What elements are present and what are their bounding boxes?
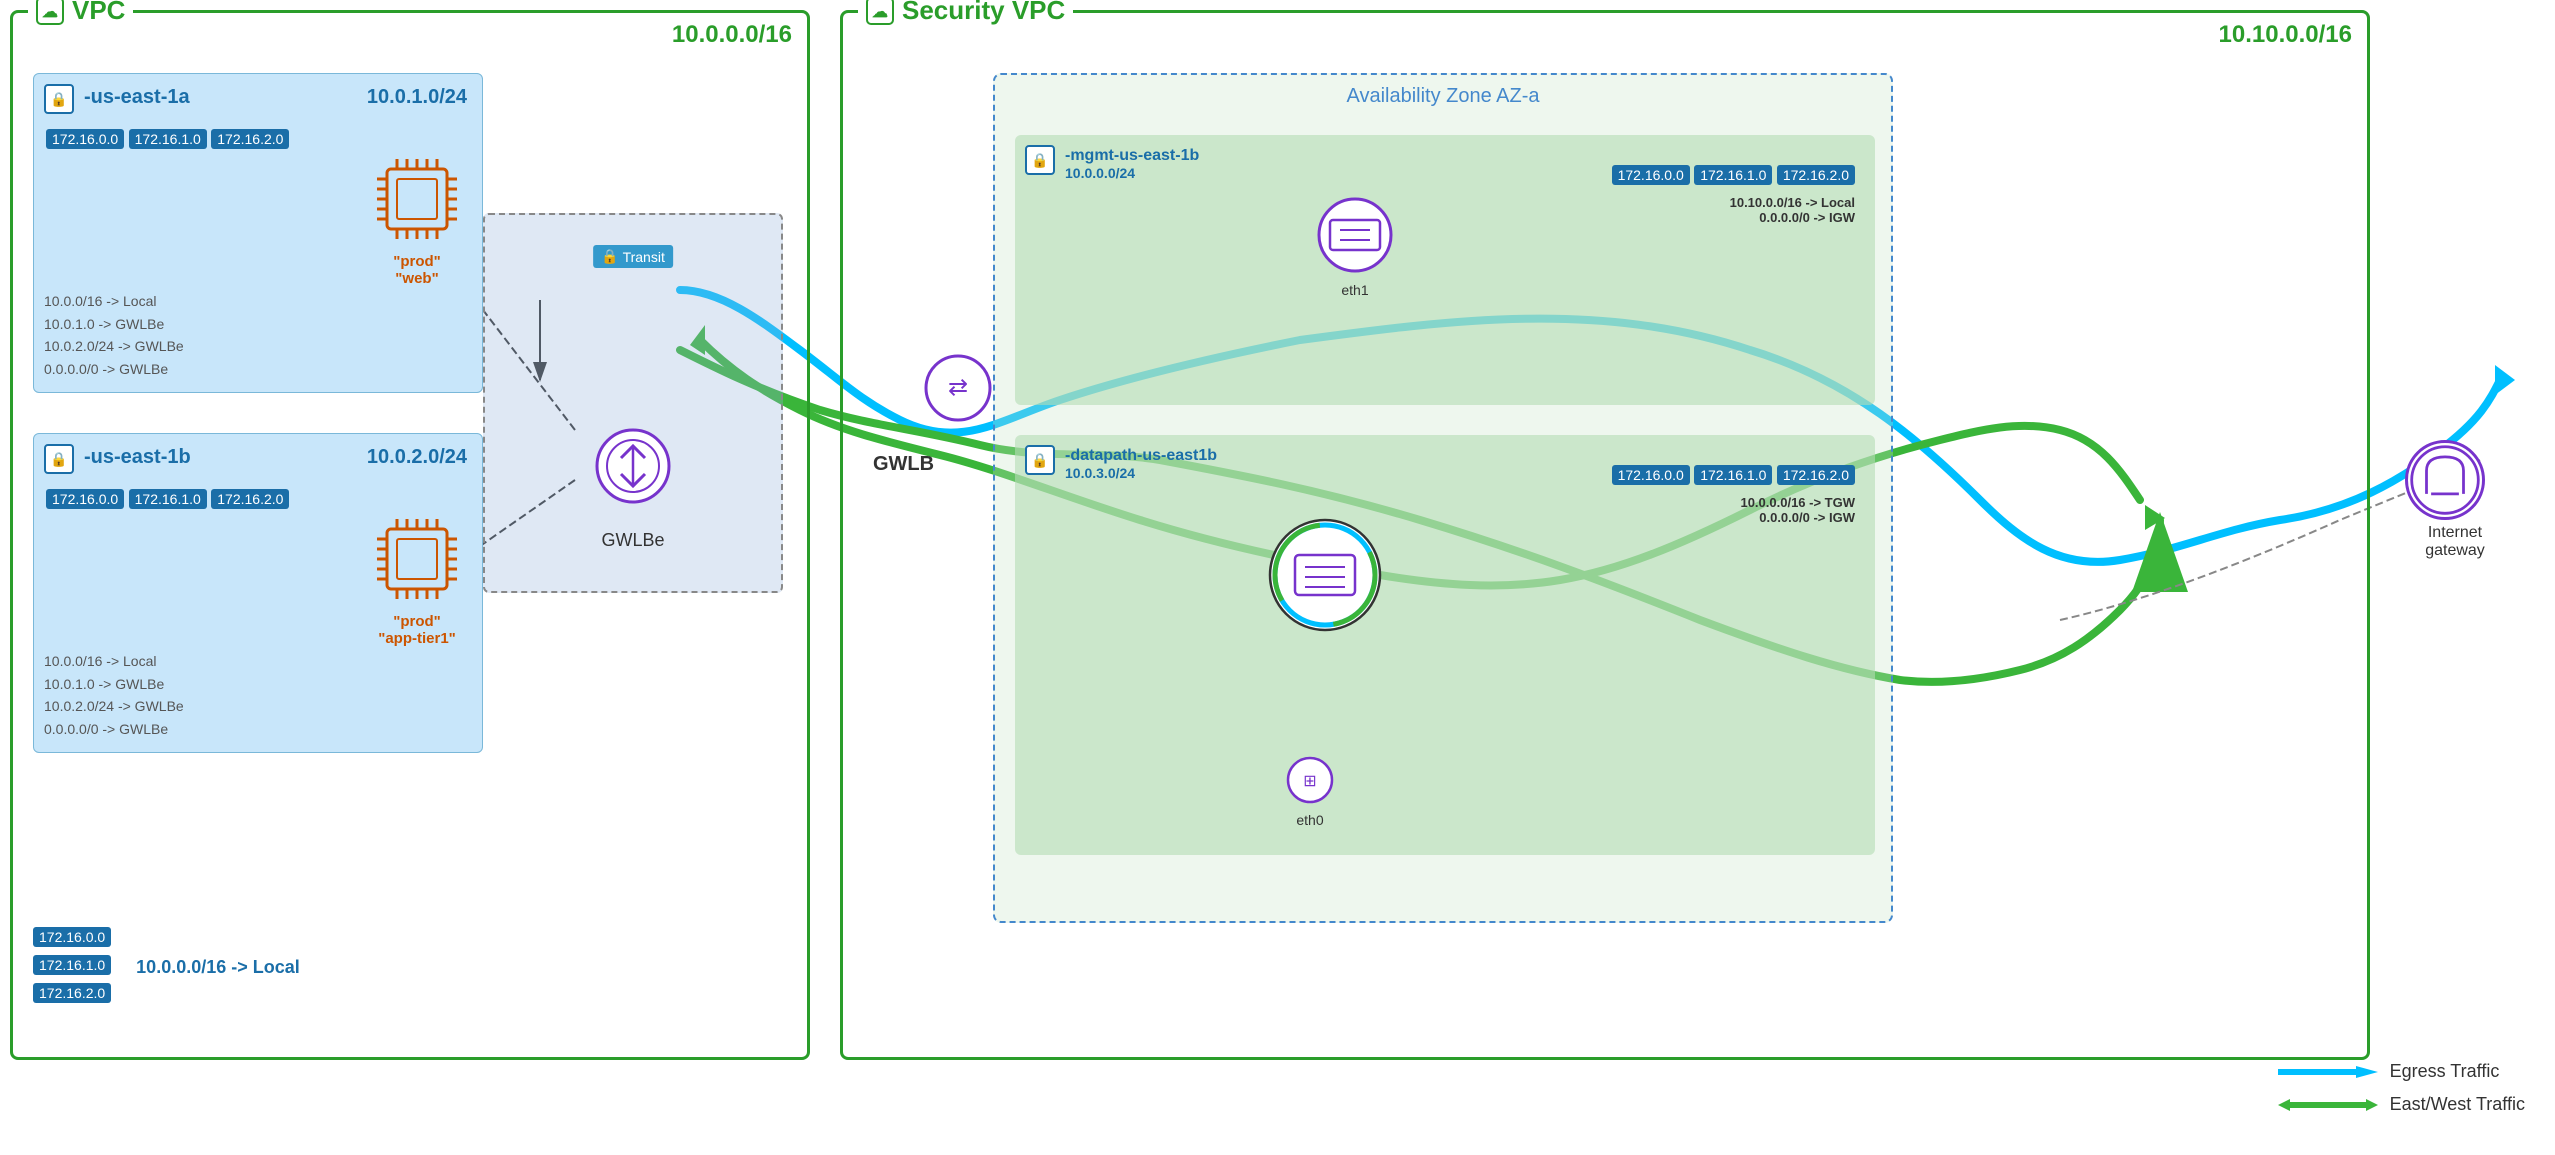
gwlb-label: GWLB — [873, 453, 934, 476]
gwlbe-label: GWLBe — [601, 530, 664, 551]
eth0-label: eth0 — [1285, 812, 1335, 828]
mgmt-subnet: 🔒 -mgmt-us-east-1b 10.0.0.0/24 eth1 — [1015, 135, 1875, 405]
main-container: ☁ VPC 10.0.0.0/16 🔒 -us-east-1a 10.0.1.0… — [0, 0, 2555, 1155]
az1b-routes: 10.0.0/16 -> Local 10.0.1.0 -> GWLBe 10.… — [44, 650, 362, 740]
az1a-routes: 10.0.0/16 -> Local 10.0.1.0 -> GWLBe 10.… — [44, 290, 362, 380]
az1a-tag-1: 172.16.0.0 — [46, 129, 124, 149]
vpc-box: ☁ VPC 10.0.0.0/16 🔒 -us-east-1a 10.0.1.0… — [10, 10, 810, 1060]
svg-text:⊞: ⊞ — [1303, 773, 1316, 790]
datapath-label: -datapath-us-east1b 10.0.3.0/24 — [1065, 447, 1217, 483]
az1a-instance-label: "prod""web" — [372, 253, 462, 287]
lock-icon-datapath: 🔒 — [1025, 445, 1055, 475]
vpc-cidr: 10.0.0.0/16 — [672, 21, 792, 49]
transit-tag: 🔒 Transit — [593, 245, 673, 268]
eth0-icon: ⊞ eth0 — [1285, 755, 1335, 828]
security-vpc-box: ☁ Security VPC 10.10.0.0/16 GWLB ⇄ Avail… — [840, 10, 2370, 1060]
subnet-az1b: 🔒 -us-east-1b 10.0.2.0/24 172.16.0.0 172… — [33, 433, 483, 753]
legend-egress: Egress Traffic — [2278, 1061, 2525, 1082]
lock-icon-az1a: 🔒 — [44, 84, 74, 114]
gwlbe-icon-container — [593, 426, 673, 511]
az1a-route-tags: 172.16.0.0 172.16.1.0 172.16.2.0 — [46, 129, 289, 153]
transit-subnet: 🔒 Transit GWLBe — [483, 213, 783, 593]
az1b-instance-label: "prod""app-tier1" — [372, 613, 462, 647]
subnet-az1a-label: -us-east-1a — [84, 86, 190, 109]
subnet-az1b-cidr: 10.0.2.0/24 — [367, 446, 467, 469]
svg-text:⇄: ⇄ — [948, 374, 968, 401]
security-vpc-title: ☁ Security VPC — [858, 0, 1073, 26]
svg-text:☁: ☁ — [872, 4, 888, 21]
az1b-tag-1: 172.16.0.0 — [46, 489, 124, 509]
subnet-az1a-cidr: 10.0.1.0/24 — [367, 86, 467, 109]
bottom-routes: 172.16.0.0 172.16.1.0 172.16.2.0 10.0.0.… — [33, 927, 300, 1007]
security-vpc-cidr: 10.10.0.0/16 — [2219, 21, 2352, 49]
mgmt-route-tags: 172.16.0.0 172.16.1.0 172.16.2.0 10.10.0… — [1612, 165, 1855, 225]
igw-icon — [2405, 440, 2485, 520]
eth1-icon: eth1 — [1315, 195, 1395, 298]
az1a-tag-3: 172.16.2.0 — [211, 129, 289, 149]
bottom-route-tags: 172.16.0.0 172.16.1.0 172.16.2.0 — [33, 927, 111, 1007]
lock-icon-az1b: 🔒 — [44, 444, 74, 474]
internet-gateway-container: Internet gateway — [2405, 440, 2505, 560]
lock-icon-mgmt: 🔒 — [1025, 145, 1055, 175]
mgmt-route-text: 10.10.0.0/16 -> Local 0.0.0.0/0 -> IGW — [1612, 195, 1855, 225]
az-box: Availability Zone AZ-a 🔒 -mgmt-us-east-1… — [993, 73, 1893, 923]
az-title: Availability Zone AZ-a — [1346, 85, 1539, 108]
gwlb-icon: ⇄ — [923, 353, 993, 428]
bottom-route-text: 10.0.0.0/16 -> Local — [136, 957, 300, 978]
vpc-title: ☁ VPC — [28, 0, 133, 26]
datapath-route-tags: 172.16.0.0 172.16.1.0 172.16.2.0 10.0.0.… — [1612, 465, 1855, 525]
svg-text:☁: ☁ — [42, 4, 58, 21]
igw-label: Internet gateway — [2405, 524, 2505, 560]
datapath-subnet: 🔒 -datapath-us-east1b 10.0.3.0/24 — [1015, 435, 1875, 855]
subnet-az1a: 🔒 -us-east-1a 10.0.1.0/24 172.16.0.0 172… — [33, 73, 483, 393]
legend-east-west: East/West Traffic — [2278, 1094, 2525, 1115]
datapath-route-text: 10.0.0.0/16 -> TGW 0.0.0.0/0 -> IGW — [1612, 495, 1855, 525]
az1b-route-tags: 172.16.0.0 172.16.1.0 172.16.2.0 — [46, 489, 289, 513]
legend: Egress Traffic East/West Traffic — [2278, 1061, 2525, 1115]
az1a-tag-2: 172.16.1.0 — [129, 129, 207, 149]
eth1-label: eth1 — [1315, 282, 1395, 298]
az1b-instance-icon: "prod""app-tier1" — [372, 514, 462, 647]
firewall-icon — [1265, 515, 1385, 640]
subnet-az1b-label: -us-east-1b — [84, 446, 191, 469]
az1b-tag-2: 172.16.1.0 — [129, 489, 207, 509]
az1b-tag-3: 172.16.2.0 — [211, 489, 289, 509]
mgmt-label: -mgmt-us-east-1b 10.0.0.0/24 — [1065, 147, 1199, 183]
az1a-instance-icon: "prod""web" — [372, 154, 462, 287]
